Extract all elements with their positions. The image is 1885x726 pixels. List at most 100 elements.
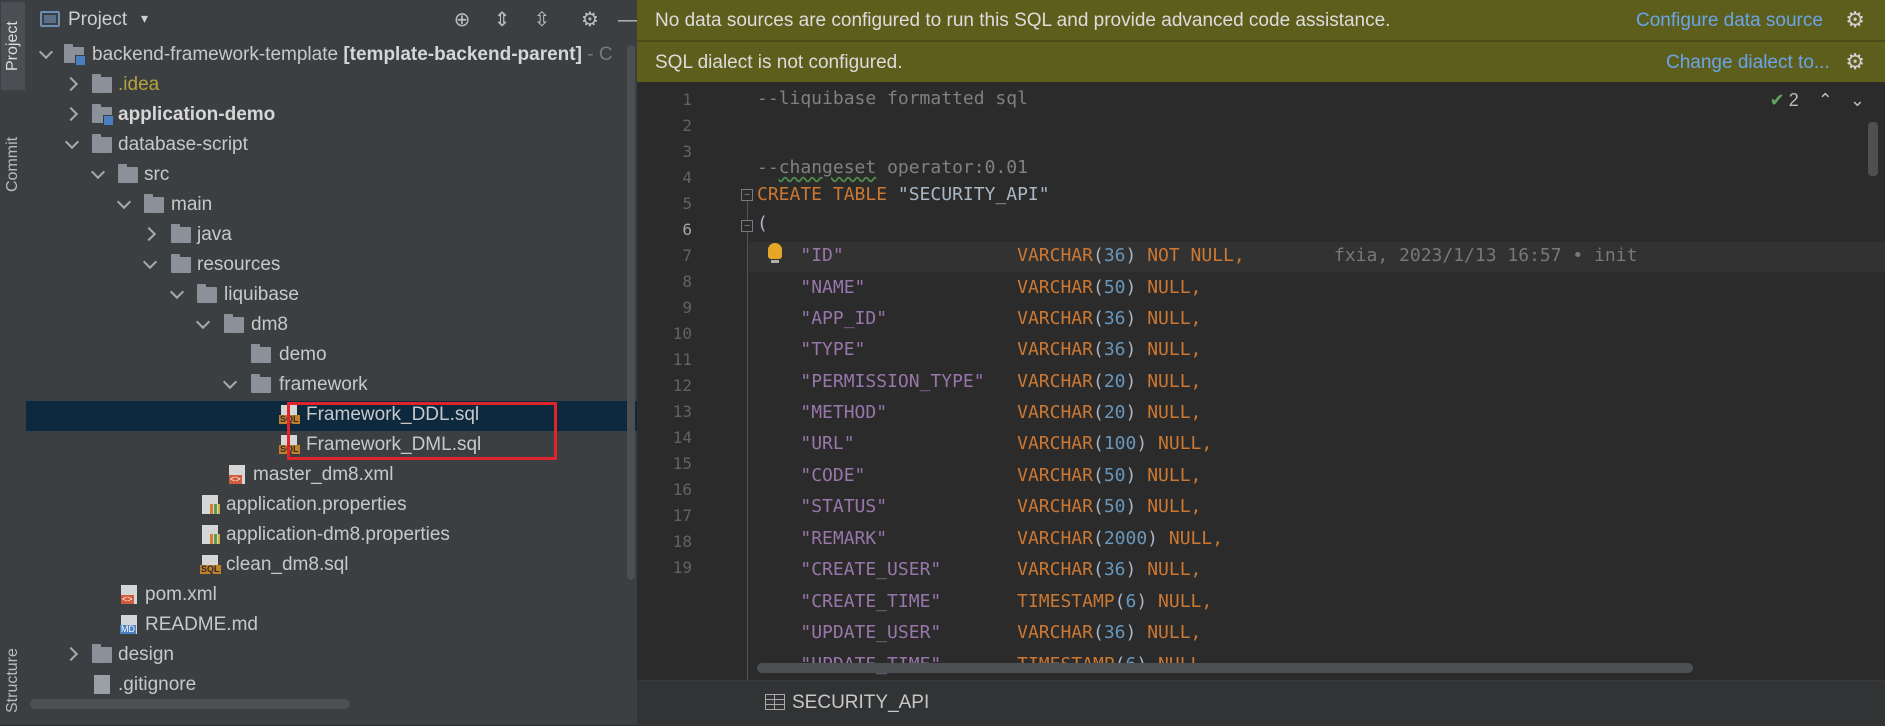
comment: --liquibase formatted sql [757,88,1028,109]
tree-item-application-dm8-properties[interactable]: application-dm8.properties [26,521,637,551]
tree-item-idea[interactable]: .idea [26,71,637,101]
folder-icon [251,344,271,363]
tree-item-database-script[interactable]: database-script [26,131,637,161]
chevron-down-icon[interactable] [224,378,236,390]
chevron-down-icon[interactable] [197,318,209,330]
column-name: "CODE" [800,465,866,486]
chevron-down-icon[interactable] [66,138,78,150]
code-line-column[interactable]: "APP_ID" VARCHAR(36) NULL, [757,308,1201,329]
column-size: 6 [1125,591,1137,612]
chevron-down-icon[interactable] [92,168,104,180]
tree-item-resources[interactable]: resources [26,251,637,281]
chevron-down-icon[interactable] [144,258,156,270]
expand-all-icon[interactable]: ⇕ [490,8,514,32]
tree-item-dm8[interactable]: dm8 [26,311,637,341]
tree-item-label: backend-framework-template [template-bac… [92,44,613,66]
code-line-column[interactable]: "PERMISSION_TYPE" VARCHAR(20) NULL, [757,371,1201,392]
chevron-down-icon[interactable]: ⌄ [1850,90,1865,110]
code-line-3[interactable]: --changeset operator:0.01 [757,157,1028,178]
column-size: 50 [1103,496,1126,517]
code-line-column[interactable]: "ID" VARCHAR(36) NOT NULL, [757,245,1244,266]
editor-vertical-scrollbar[interactable] [1868,122,1878,176]
gear-icon[interactable]: ⚙ [578,8,602,32]
tree-item-clean-dm8[interactable]: clean_dm8.sql [26,551,637,581]
gear-icon[interactable]: ⚙ [1845,7,1865,33]
tree-item-main[interactable]: main [26,191,637,221]
project-view-selector[interactable]: Project [68,9,127,31]
code-line-column[interactable]: "URL" VARCHAR(100) NULL, [757,433,1212,454]
tree-item-label: README.md [145,614,258,635]
column-pad [865,277,1017,298]
code-line-5[interactable]: ( [757,213,768,234]
tool-tab-structure[interactable]: Structure [1,640,25,722]
tree-item-framework[interactable]: framework [26,371,637,401]
code-line-column[interactable]: "REMARK" VARCHAR(2000) NULL, [757,528,1223,549]
code-line-4[interactable]: CREATE TABLE "SECURITY_API" [757,184,1050,205]
tool-window-strip: Project Commit Structure [0,0,27,725]
column-size: 2000 [1103,528,1148,549]
column-constraint: NULL, [1147,308,1202,329]
tree-item-application-demo[interactable]: application-demo [26,101,637,131]
fold-guide [747,192,748,680]
tree-item-pom[interactable]: pom.xml [26,581,637,611]
column-pad [887,528,1017,549]
gear-icon[interactable]: ⚙ [1845,49,1865,75]
tree-item-gitignore[interactable]: .gitignore [26,671,637,701]
chevron-down-icon[interactable] [40,48,52,60]
code-line-column[interactable]: "TYPE" VARCHAR(36) NULL, [757,339,1201,360]
tree-item-root[interactable]: backend-framework-template [template-bac… [26,41,637,71]
code-line-column[interactable]: "CODE" VARCHAR(50) NULL, [757,465,1201,486]
markdown-file-icon [120,615,137,634]
code-line-1[interactable]: --liquibase formatted sql [757,88,1028,109]
tool-tab-project[interactable]: Project [1,2,25,90]
tree-item-label: main [171,194,213,215]
collapse-all-icon[interactable]: ⇳ [530,8,554,32]
editor-horizontal-scrollbar[interactable] [757,663,1693,673]
chevron-right-icon[interactable] [66,648,78,660]
root-name: backend-framework-template [92,44,339,65]
chevron-up-icon[interactable]: ⌃ [1818,90,1833,110]
tree-item-application-properties[interactable]: application.properties [26,491,637,521]
code-line-column[interactable]: "METHOD" VARCHAR(20) NULL, [757,402,1201,423]
table-name: "SECURITY_API" [887,184,1050,205]
fold-marker-icon[interactable]: − [741,189,753,201]
locate-icon[interactable]: ⊕ [450,8,474,32]
comment-changeset: changeset [778,157,877,178]
tree-item-src[interactable]: src [26,161,637,191]
code-line-column[interactable]: "CREATE_TIME" TIMESTAMP(6) NULL, [757,591,1212,612]
column-size: 36 [1103,622,1126,643]
code-line-column[interactable]: "CREATE_USER" VARCHAR(36) NULL, [757,559,1201,580]
project-horizontal-scrollbar[interactable] [30,699,350,709]
line-number: 3 [682,142,692,161]
xml-file-icon [229,465,245,484]
module-folder-icon [92,104,114,126]
column-pad [941,591,1017,612]
change-dialect-link[interactable]: Change dialect to... [1666,52,1830,74]
chevron-down-icon[interactable]: ▾ [141,10,148,27]
chevron-right-icon[interactable] [144,228,156,240]
breadcrumb-item[interactable]: SECURITY_API [792,692,929,714]
code-line-column[interactable]: "STATUS" VARCHAR(50) NULL, [757,496,1201,517]
project-vertical-scrollbar[interactable] [627,45,635,580]
tree-item-java[interactable]: java [26,221,637,251]
tool-tab-commit[interactable]: Commit [1,118,25,210]
column-name: "STATUS" [800,496,888,517]
fold-marker-icon[interactable]: − [741,220,753,232]
tree-item-design[interactable]: design [26,641,637,671]
tree-item-master-dm8[interactable]: master_dm8.xml [26,461,637,491]
tree-item-readme[interactable]: README.md [26,611,637,641]
tree-item-liquibase[interactable]: liquibase [26,281,637,311]
tree-item-demo[interactable]: demo [26,341,637,371]
chevron-right-icon[interactable] [66,78,78,90]
chevron-right-icon[interactable] [66,108,78,120]
column-pad [865,339,1017,360]
column-pad [844,245,1017,266]
chevron-down-icon[interactable] [118,198,130,210]
configure-data-source-link[interactable]: Configure data source [1636,10,1823,32]
chevron-down-icon[interactable] [171,288,183,300]
folder-icon [92,74,112,93]
inspection-widget[interactable]: ✔ 2 ⌃ ⌄ [1770,90,1865,111]
code-line-column[interactable]: "UPDATE_USER" VARCHAR(36) NULL, [757,622,1201,643]
code-line-column[interactable]: "NAME" VARCHAR(50) NULL, [757,277,1201,298]
gitignore-file-icon [94,675,110,694]
